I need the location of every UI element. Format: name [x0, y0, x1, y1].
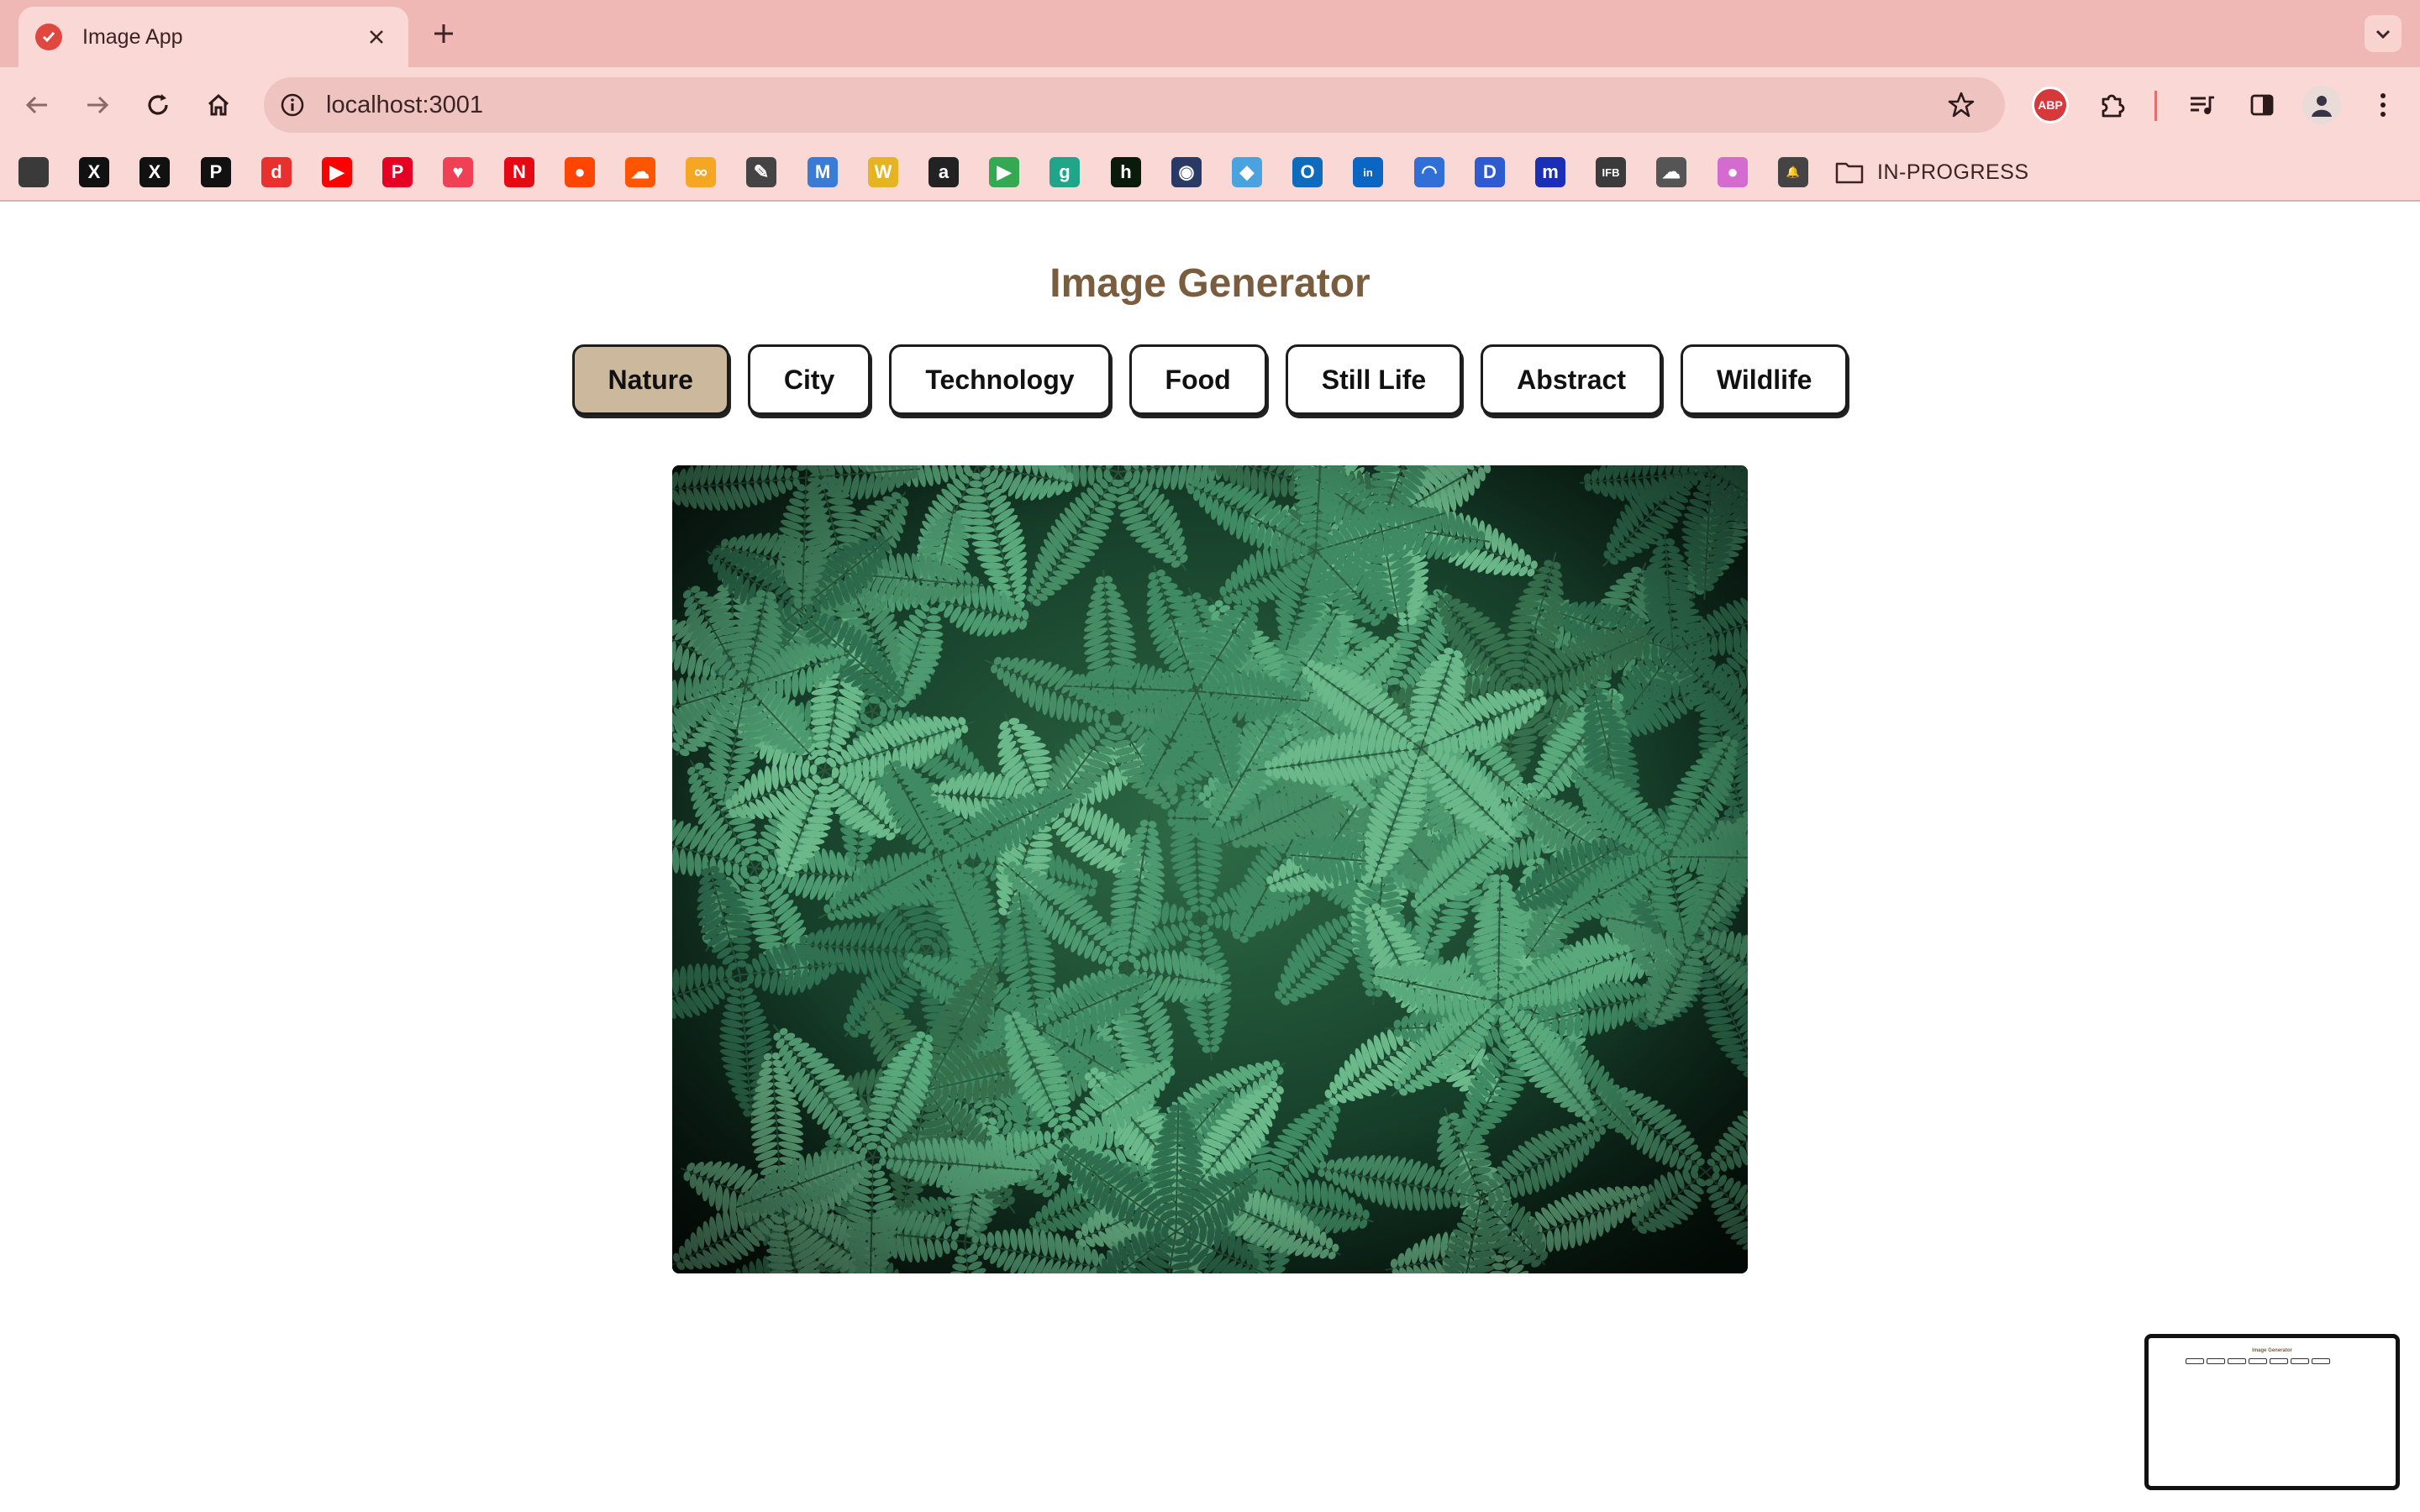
bookmark-bell-icon[interactable]: 🔔 [1778, 157, 1808, 187]
minimap-button [2207, 1358, 2225, 1364]
bookmark-arc-icon[interactable]: ◠ [1414, 157, 1444, 187]
bookmark-m-icon[interactable]: M [808, 157, 838, 187]
address-bar[interactable]: localhost:3001 [264, 77, 2005, 133]
minimap-title: Image Generator [2252, 1348, 2292, 1353]
minimap-buttons [2186, 1358, 2330, 1364]
bookmark-w-icon[interactable]: W [868, 157, 898, 187]
bookmark-star-icon[interactable] [1941, 85, 1981, 125]
category-button-food[interactable]: Food [1128, 344, 1267, 415]
category-button-still-life[interactable]: Still Life [1285, 344, 1463, 415]
bookmark-ifb-icon[interactable]: IFB [1596, 157, 1626, 187]
bookmark-soundcloud-icon[interactable]: ☁ [625, 157, 655, 187]
menu-kebab-icon[interactable] [2363, 85, 2403, 125]
category-button-wildlife[interactable]: Wildlife [1680, 344, 1849, 415]
bookmark-h-icon[interactable]: h [1111, 157, 1141, 187]
back-arrow-icon[interactable] [17, 85, 57, 125]
generated-image [672, 465, 1748, 1273]
side-panel-icon[interactable] [2242, 85, 2282, 125]
fern-leaves-image [672, 465, 1748, 1273]
bookmark-robot-icon[interactable]: ◉ [1171, 157, 1202, 187]
page-title: Image Generator [1050, 261, 1370, 306]
category-button-group: Nature City Technology Food Still Life Abstra… [0, 344, 2420, 415]
browser-tab[interactable]: Image App [18, 7, 408, 67]
bookmark-linkedin-icon[interactable]: in [1353, 157, 1383, 187]
category-button-city[interactable]: City [747, 344, 871, 415]
bookmark-pocket-icon[interactable]: ♥ [443, 157, 473, 187]
bookmark-cube-icon[interactable] [18, 157, 49, 187]
tab-strip: Image App [0, 0, 2420, 67]
bookmark-disney-icon[interactable]: D [1475, 157, 1505, 187]
page-minimap-preview[interactable]: Image Generator [2144, 1334, 2400, 1490]
minimap-button [2291, 1358, 2309, 1364]
bookmark-folder-in-progress[interactable]: IN-PROGRESS [1835, 155, 2029, 190]
bookmark-m-square-icon[interactable]: m [1535, 157, 1565, 187]
minimap-button [2249, 1358, 2267, 1364]
folder-icon [1835, 162, 1864, 184]
bookmark-d-icon[interactable]: d [261, 157, 292, 187]
browser-toolbar: localhost:3001 ABP [0, 67, 2420, 143]
minimap-button [2228, 1358, 2246, 1364]
bookmark-box-icon[interactable]: ◆ [1232, 157, 1262, 187]
bookmark-x-icon[interactable]: X [139, 157, 170, 187]
category-button-abstract[interactable]: Abstract [1481, 344, 1662, 415]
home-icon[interactable] [198, 85, 239, 125]
adblock-plus-icon[interactable]: ABP [2030, 85, 2070, 125]
bookmark-pen-icon[interactable]: ✎ [746, 157, 776, 187]
forward-arrow-icon[interactable] [77, 85, 118, 125]
close-icon[interactable] [361, 22, 392, 52]
app-favicon-icon [35, 24, 62, 50]
reload-icon[interactable] [138, 85, 178, 125]
bookmark-cloud-icon[interactable]: ☁ [1656, 157, 1686, 187]
bookmark-play-icon[interactable]: ▶ [989, 157, 1019, 187]
new-tab-plus-icon[interactable] [427, 17, 460, 50]
bookmark-color-wheel-icon[interactable]: ● [1718, 157, 1748, 187]
bookmark-x-icon[interactable]: X [79, 157, 109, 187]
tab-title: Image App [82, 24, 183, 49]
minimap-button [2270, 1358, 2288, 1364]
bookmark-folder-label: IN-PROGRESS [1877, 160, 2029, 184]
bookmark-outlook-icon[interactable]: O [1292, 157, 1323, 187]
bookmark-g-icon[interactable]: g [1050, 157, 1080, 187]
bookmark-amazon-icon[interactable]: a [929, 157, 959, 187]
media-queue-icon[interactable] [2181, 85, 2222, 125]
bookmarks-bar: IN-PROGRESS X X Pd ▶ P ♥ N ● ☁ ∞ ✎ M Wa ▶ g h ◉ ◆ Oin ◠ Dm IF… [0, 143, 2420, 202]
url-text: localhost:3001 [326, 91, 484, 118]
toolbar-divider [2154, 91, 2157, 121]
bookmark-youtube-icon[interactable]: ▶ [322, 157, 352, 187]
bookmark-reddit-icon[interactable]: ● [565, 157, 595, 187]
tab-search-chevron-icon[interactable] [2365, 15, 2402, 52]
minimap-button [2312, 1358, 2330, 1364]
bookmark-netflix-icon[interactable]: N [504, 157, 534, 187]
category-button-nature[interactable]: Nature [571, 344, 729, 415]
site-info-icon[interactable] [276, 88, 309, 122]
bookmark-pinterest-icon[interactable]: P [382, 157, 413, 187]
minimap-button [2186, 1358, 2204, 1364]
bookmark-infinity-icon[interactable]: ∞ [686, 157, 716, 187]
profile-avatar-icon[interactable] [2302, 86, 2341, 124]
extensions-puzzle-icon[interactable] [2092, 85, 2133, 125]
bookmark-p-icon[interactable]: P [201, 157, 231, 187]
category-button-technology[interactable]: Technology [889, 344, 1111, 415]
